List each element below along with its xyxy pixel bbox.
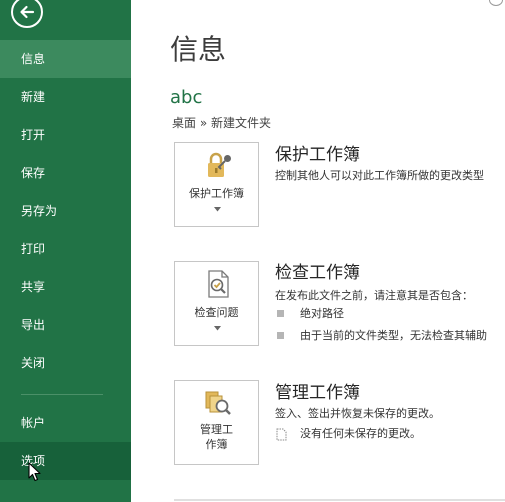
protect-workbook-description: 控制其他人可以对此工作簿所做的更改类型 bbox=[275, 169, 484, 182]
manage-workbook-button[interactable]: 管理工 作簿 bbox=[174, 380, 259, 465]
manage-workbook-title: 管理工作簿 bbox=[275, 383, 360, 403]
inspect-document-icon bbox=[208, 270, 229, 298]
bullet-icon bbox=[277, 332, 284, 339]
inspect-bullet-accessibility: 由于当前的文件类型，无法检查其辅助 bbox=[300, 329, 487, 342]
manage-versions-icon bbox=[205, 391, 231, 415]
bullet-icon bbox=[277, 310, 284, 317]
manage-workbook-label-line1: 管理工 bbox=[200, 423, 233, 436]
chevron-down-icon bbox=[214, 207, 221, 212]
backstage-sidebar: 信息 新建 打开 保存 另存为 打印 共享 导出 关闭 帐户 选项 bbox=[0, 0, 131, 502]
check-issues-label: 检查问题 bbox=[194, 306, 239, 319]
sidebar-item-options[interactable]: 选项 bbox=[0, 442, 131, 480]
manage-workbook-description: 签入、签出并恢复未保存的更改。 bbox=[275, 407, 440, 420]
lock-key-icon bbox=[208, 152, 231, 177]
sidebar-item-open[interactable]: 打开 bbox=[0, 116, 131, 154]
sidebar-item-info[interactable]: 信息 bbox=[0, 40, 131, 78]
mouse-cursor-icon bbox=[28, 462, 41, 482]
manage-workbook-label-line2: 作簿 bbox=[205, 438, 228, 451]
sidebar-item-save-as[interactable]: 另存为 bbox=[0, 192, 131, 230]
window-corner-mark bbox=[489, 0, 503, 6]
sidebar-divider bbox=[21, 394, 103, 395]
inspect-bullet-absolute-path: 绝对路径 bbox=[300, 307, 344, 320]
chevron-down-icon bbox=[214, 326, 221, 331]
sidebar-item-close[interactable]: 关闭 bbox=[0, 344, 131, 382]
back-arrow-icon bbox=[20, 5, 35, 19]
manage-workbook-status: 没有任何未保存的更改。 bbox=[300, 427, 421, 440]
inspect-workbook-description: 在发布此文件之前，请注意其是否包含： bbox=[275, 289, 473, 302]
document-icon bbox=[276, 428, 287, 441]
breadcrumb[interactable]: 桌面 » 新建文件夹 bbox=[172, 114, 271, 132]
sidebar-item-account[interactable]: 帐户 bbox=[0, 404, 131, 442]
sidebar-item-save[interactable]: 保存 bbox=[0, 154, 131, 192]
next-section-edge bbox=[174, 499, 505, 501]
page-title: 信息 bbox=[170, 33, 227, 66]
check-issues-button[interactable]: 检查问题 bbox=[174, 261, 259, 346]
sidebar-item-export[interactable]: 导出 bbox=[0, 306, 131, 344]
protect-workbook-label: 保护工作簿 bbox=[189, 187, 244, 200]
sidebar-item-share[interactable]: 共享 bbox=[0, 268, 131, 306]
sidebar-item-new[interactable]: 新建 bbox=[0, 78, 131, 116]
protect-workbook-title: 保护工作簿 bbox=[275, 145, 360, 165]
sidebar-item-print[interactable]: 打印 bbox=[0, 230, 131, 268]
protect-workbook-button[interactable]: 保护工作簿 bbox=[174, 142, 259, 227]
inspect-workbook-title: 检查工作簿 bbox=[275, 263, 360, 283]
file-name: abc bbox=[170, 87, 203, 108]
back-button[interactable] bbox=[11, 0, 43, 28]
